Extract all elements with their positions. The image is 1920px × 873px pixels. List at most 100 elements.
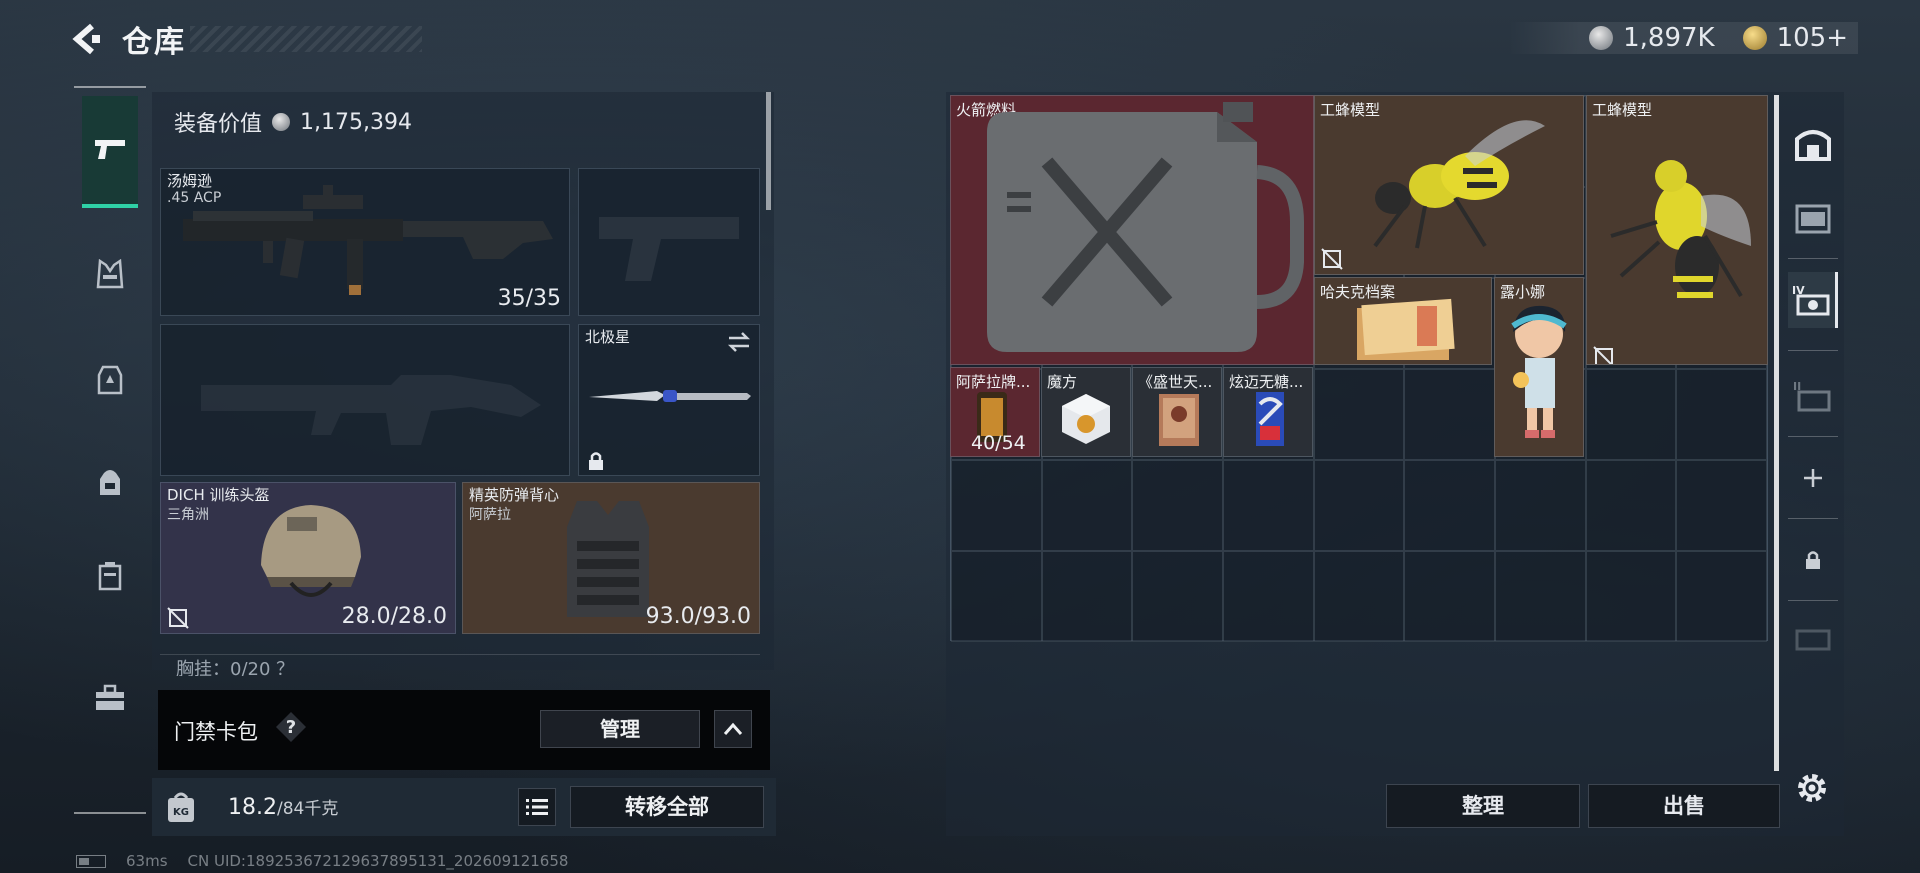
grid-cell[interactable] [1585, 369, 1677, 460]
hornet-icon [1610, 160, 1751, 298]
silver-coin-icon [272, 113, 291, 131]
back-arrow-icon[interactable] [70, 22, 104, 56]
armor-slot[interactable]: 精英防弹背心 阿萨拉 93.0/93.0 [462, 482, 760, 634]
item-stride-gum[interactable]: 炫迈无糖... [1223, 367, 1313, 457]
gold-coin-icon [1742, 26, 1767, 50]
loadout-scrollbar[interactable] [766, 92, 771, 210]
silver-currency-value: 1,897K [1623, 23, 1715, 53]
equip-value-amount: 1,175,394 [300, 109, 412, 135]
equip-value-label: 装备价值 [174, 112, 263, 137]
swap-icon[interactable] [727, 331, 751, 353]
grid-cell[interactable] [1313, 551, 1405, 642]
collapse-button[interactable] [714, 710, 752, 748]
grid-cell[interactable] [1313, 460, 1405, 551]
settings-button[interactable] [1790, 766, 1834, 810]
helmet-slot[interactable]: DICH 训练头盔 三角洲 28.0/28.0 [160, 482, 456, 634]
lock-icon [1806, 551, 1820, 569]
grid-cell[interactable] [1494, 460, 1586, 551]
backpack-category-tab[interactable] [82, 352, 138, 408]
grid-cell[interactable] [1676, 369, 1767, 460]
stash-tabs: IV II [1784, 100, 1842, 655]
item-prosperity-book[interactable]: 《盛世天... [1132, 367, 1222, 457]
cube-icon [1062, 394, 1110, 444]
manage-button[interactable]: 管理 [540, 710, 700, 748]
grid-cell[interactable] [1676, 551, 1767, 642]
armor-name: 精英防弹背心 [469, 486, 560, 504]
grid-cell[interactable] [1313, 369, 1405, 460]
item-drone-model-1[interactable]: 工蜂模型 [1314, 95, 1584, 275]
weight-readout: 18.2/84千克 [228, 794, 338, 820]
list-view-button[interactable] [518, 788, 556, 826]
stash-page-icon [1795, 629, 1831, 651]
stash-tab-3[interactable]: II [1788, 368, 1838, 424]
knife-icon [589, 390, 751, 402]
grid-cell[interactable] [951, 551, 1042, 642]
stash-page-icon: II [1793, 380, 1831, 412]
grid-cell[interactable] [1404, 460, 1495, 551]
lock-icon [589, 452, 603, 470]
stash-tab-2[interactable]: IV [1788, 272, 1838, 328]
book-icon [1159, 394, 1199, 446]
item-rubik-cube[interactable]: 魔方 [1041, 367, 1131, 457]
locked-stash-tab[interactable] [1788, 532, 1838, 588]
equip-value: 装备价值 1,175,394 [174, 106, 412, 138]
primary-weapon-slot[interactable]: 汤姆逊 .45 ACP 35/35 [160, 168, 570, 316]
no-insure-icon [167, 607, 189, 629]
stash-page-icon: IV [1792, 284, 1829, 316]
item-drone-model-2[interactable]: 工蜂模型 [1586, 95, 1768, 365]
item-count: 40/54 [971, 432, 1026, 454]
item-name: 工蜂模型 [1592, 101, 1653, 119]
container-category-tab[interactable] [82, 548, 138, 604]
weight-current: 18.2 [228, 795, 277, 820]
weapon-category-tab[interactable] [82, 96, 138, 208]
toolbox-category-tab[interactable] [82, 670, 138, 726]
locked-stash-tab-2[interactable] [1788, 612, 1838, 668]
melee-slot[interactable]: 北极星 [578, 324, 760, 476]
grid-cell[interactable] [1585, 460, 1677, 551]
stash-scrollbar[interactable] [1774, 95, 1779, 771]
melee-name: 北极星 [585, 328, 631, 346]
grid-cell[interactable] [1494, 551, 1586, 642]
item-rocket-fuel[interactable]: 火箭燃料 [950, 95, 1314, 365]
ammo-count: 35/35 [497, 286, 561, 311]
vest-icon [567, 501, 649, 617]
stash-page-icon [1795, 204, 1831, 234]
bag-category-tab[interactable] [82, 454, 138, 510]
grid-cell[interactable] [1222, 551, 1314, 642]
help-icon[interactable]: ? [276, 712, 306, 742]
transfer-all-button[interactable]: 转移全部 [570, 786, 764, 828]
item-asala-card[interactable]: 阿萨拉牌... 40/54 [950, 367, 1040, 457]
title-decoration [190, 26, 422, 52]
chest-rig-row[interactable]: 胸挂：0/20 ？ [160, 654, 760, 676]
helmet-durability: 28.0/28.0 [341, 604, 447, 629]
item-haavk-file[interactable]: 哈夫克档案 [1314, 277, 1492, 365]
stash-tab-all[interactable] [1788, 114, 1838, 170]
grid-cell[interactable] [1132, 460, 1223, 551]
sidearm-slot-empty[interactable] [578, 168, 760, 316]
sort-button[interactable]: 整理 [1386, 784, 1580, 828]
grid-cell[interactable] [1132, 551, 1223, 642]
stash-tab-1[interactable] [1788, 190, 1838, 246]
pistol-silhouette-icon [599, 217, 739, 281]
grid-cell[interactable] [951, 460, 1042, 551]
ping-value: 63ms [126, 852, 168, 870]
status-bar: 63ms CN UID:1892536721296378951​31_20260… [76, 852, 568, 870]
rifle-silhouette-icon [201, 375, 541, 445]
sell-button[interactable]: 出售 [1588, 784, 1780, 828]
chest-rig-icon [96, 259, 124, 289]
secondary-weapon-slot-empty[interactable] [160, 324, 570, 476]
grid-cell[interactable] [1404, 551, 1495, 642]
grid-cell[interactable] [1222, 460, 1314, 551]
vest-category-tab[interactable] [82, 246, 138, 302]
grid-cell[interactable] [1404, 369, 1495, 460]
gold-currency-value[interactable]: 105+ [1777, 23, 1848, 53]
armor-durability: 93.0/93.0 [645, 604, 751, 629]
item-lu-xiaona[interactable]: 露小娜 [1494, 277, 1584, 457]
grid-cell[interactable] [1676, 460, 1767, 551]
top-bar: 仓库 [70, 18, 186, 60]
add-stash-tab-button[interactable] [1788, 450, 1838, 506]
grid-cell[interactable] [1585, 551, 1677, 642]
grid-cell[interactable] [1041, 551, 1133, 642]
grid-cell[interactable] [1041, 460, 1133, 551]
armor-faction: 阿萨拉 [469, 507, 511, 523]
